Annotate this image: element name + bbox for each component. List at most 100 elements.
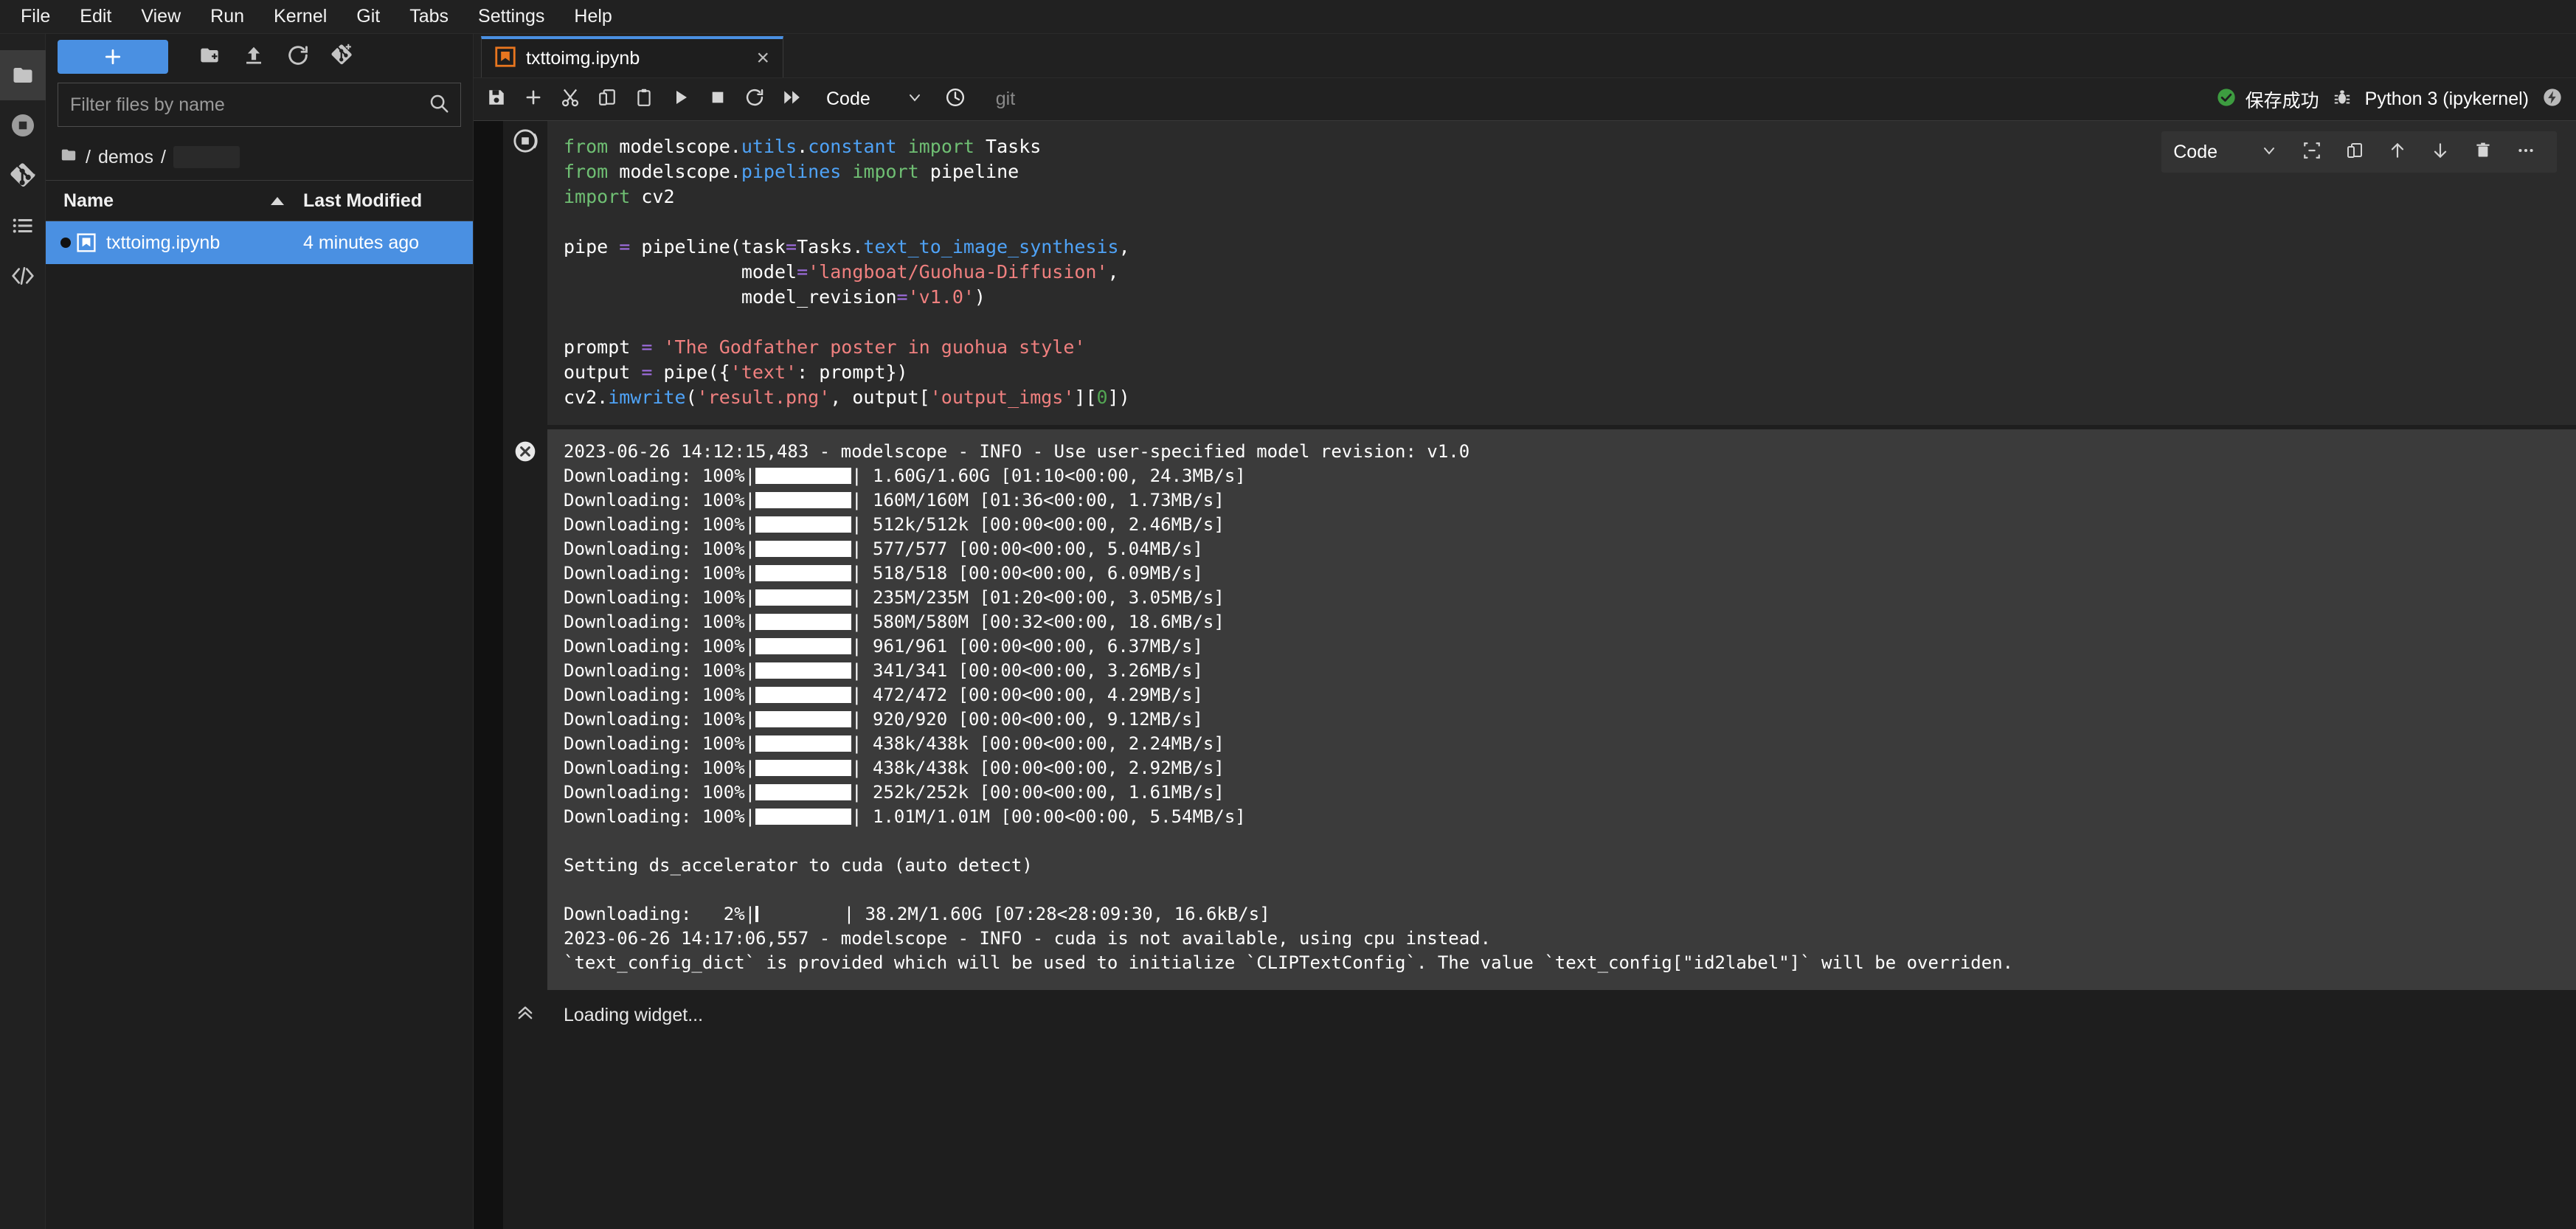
sidebar-item-git[interactable] — [0, 150, 46, 201]
restart-run-all-button[interactable] — [773, 81, 810, 118]
restart-run-all-icon — [782, 88, 801, 111]
copy-icon — [598, 88, 617, 111]
menu-item-edit[interactable]: Edit — [65, 4, 126, 29]
clock-icon — [945, 87, 966, 111]
bug-icon[interactable] — [2333, 88, 2352, 111]
more-icon — [2516, 141, 2535, 164]
insert-cell-button[interactable] — [515, 81, 552, 118]
save-button[interactable] — [478, 81, 515, 118]
column-header-name[interactable]: Name — [46, 190, 303, 212]
output-text-area: 2023-06-26 14:12:15,483 - modelscope - I… — [547, 429, 2576, 990]
duplicate-icon — [2346, 142, 2364, 163]
file-browser-toolbar — [46, 34, 473, 80]
menu-bar: File Edit View Run Kernel Git Tabs Setti… — [0, 0, 2576, 34]
move-cell-up-button[interactable] — [2378, 134, 2417, 170]
cell-run-indicator — [503, 121, 547, 425]
chevron-down-icon — [2260, 142, 2278, 163]
sidebar-item-file-browser[interactable] — [0, 50, 46, 100]
sidebar-item-table-of-contents[interactable] — [0, 201, 46, 251]
close-icon[interactable]: × — [756, 47, 769, 69]
git-clone-button[interactable] — [320, 40, 364, 74]
cut-cells-button[interactable] — [552, 81, 589, 118]
file-list-item[interactable]: txttoimg.ipynb 4 minutes ago — [46, 221, 473, 264]
move-up-icon — [2388, 141, 2407, 164]
run-cell-button[interactable] — [662, 81, 699, 118]
code-brackets-icon — [10, 264, 36, 288]
git-status-label[interactable]: git — [996, 89, 1015, 110]
menu-item-view[interactable]: View — [126, 4, 195, 29]
running-indicator-icon — [60, 238, 71, 248]
delete-icon — [2474, 142, 2492, 163]
restart-kernel-button[interactable] — [736, 81, 773, 118]
breadcrumb-home-icon[interactable] — [59, 147, 78, 168]
cell-type-select[interactable]: Code — [826, 89, 924, 110]
new-folder-icon — [198, 45, 221, 69]
menu-item-file[interactable]: File — [6, 4, 65, 29]
paste-cells-button[interactable] — [626, 81, 662, 118]
cell-widget-output: Loading widget... — [503, 996, 2576, 1041]
collapse-icon — [2302, 141, 2321, 164]
menu-item-settings[interactable]: Settings — [463, 4, 559, 29]
new-launcher-button[interactable] — [58, 40, 168, 74]
delete-cell-button[interactable] — [2464, 134, 2502, 170]
file-last-modified: 4 minutes ago — [303, 232, 420, 253]
git-clone-icon — [330, 44, 354, 71]
file-list-empty-space — [46, 264, 473, 1229]
sidebar-item-running-kernels[interactable] — [0, 100, 46, 150]
output-line-14: Downloading: 100%| | 252k/252k [00:00<00:… — [564, 782, 1225, 803]
stop-icon — [710, 89, 726, 109]
cell-output: 2023-06-26 14:12:15,483 - modelscope - I… — [503, 429, 2576, 990]
widget-loading-label: Loading widget... — [564, 1005, 704, 1025]
duplicate-cell-button[interactable] — [2336, 134, 2374, 170]
breadcrumb-folder-demos[interactable]: demos — [98, 147, 153, 168]
copy-cells-button[interactable] — [589, 81, 626, 118]
new-folder-button[interactable] — [187, 40, 232, 74]
menu-item-kernel[interactable]: Kernel — [259, 4, 342, 29]
run-indicator-icon — [513, 128, 538, 425]
menu-item-run[interactable]: Run — [195, 4, 259, 29]
paste-icon — [634, 88, 654, 111]
move-cell-down-button[interactable] — [2421, 134, 2459, 170]
chevron-up-icon — [515, 1002, 536, 1041]
output-line-21: `text_config_dict` is provided which wil… — [564, 952, 2014, 973]
output-line-20: 2023-06-26 14:17:06,557 - modelscope - I… — [564, 928, 1492, 949]
cell-toolbar-type-select[interactable]: Code — [2173, 142, 2278, 163]
refresh-icon — [286, 44, 310, 71]
menu-item-git[interactable]: Git — [342, 4, 395, 29]
menu-item-tabs[interactable]: Tabs — [395, 4, 463, 29]
cell-source[interactable]: from modelscope.utils.constant import Ta… — [564, 134, 2560, 410]
stop-circle-icon — [10, 112, 36, 139]
widget-collapse-button[interactable] — [503, 996, 547, 1041]
tab-txttoimg-notebook[interactable]: txttoimg.ipynb × — [481, 36, 783, 77]
collapse-cell-button[interactable] — [2293, 134, 2331, 170]
output-line-4: Downloading: 100%| | 577/577 [00:00<00:00… — [564, 539, 1203, 559]
file-browser-panel: / demos / Name Last Modified txttoimg.ip… — [46, 34, 474, 1229]
output-status — [503, 429, 547, 990]
breadcrumb-current-folder — [173, 146, 240, 168]
output-line-1: Downloading: 100%| | 1.60G/1.60G [01:10<0… — [564, 465, 1246, 486]
app-shell: / demos / Name Last Modified txttoimg.ip… — [0, 34, 2576, 1229]
notebook-history-button[interactable] — [937, 81, 974, 118]
cell-toolbar-type-value: Code — [2173, 141, 2217, 162]
upload-button[interactable] — [232, 40, 276, 74]
kernel-name-label[interactable]: Python 3 (ipykernel) — [2365, 89, 2529, 110]
tab-bar: txttoimg.ipynb × — [474, 34, 2576, 78]
list-icon — [10, 215, 35, 237]
kernel-busy-icon[interactable] — [2542, 87, 2563, 111]
output-line-17: Setting ds_accelerator to cuda (auto det… — [564, 855, 1033, 876]
file-filter[interactable] — [58, 83, 461, 127]
output-line-11: Downloading: 100%| | 920/920 [00:00<00:00… — [564, 709, 1203, 730]
output-line-15: Downloading: 100%| | 1.01M/1.01M [00:00<0… — [564, 806, 1246, 827]
more-cell-actions-button[interactable] — [2507, 134, 2545, 170]
notebook-panel: Code from modelscope.utils.constant impo… — [503, 121, 2576, 1229]
sidebar-item-extension-manager[interactable] — [0, 251, 46, 301]
menu-item-help[interactable]: Help — [559, 4, 626, 29]
refresh-button[interactable] — [276, 40, 320, 74]
add-cell-icon — [523, 87, 544, 111]
check-circle-icon — [2216, 87, 2237, 111]
save-status-label: 保存成功 — [2245, 90, 2319, 111]
output-line-12: Downloading: 100%| | 438k/438k [00:00<00:… — [564, 733, 1225, 754]
column-header-last-modified[interactable]: Last Modified — [303, 190, 473, 212]
search-input[interactable] — [69, 93, 428, 117]
interrupt-kernel-button[interactable] — [699, 81, 736, 118]
